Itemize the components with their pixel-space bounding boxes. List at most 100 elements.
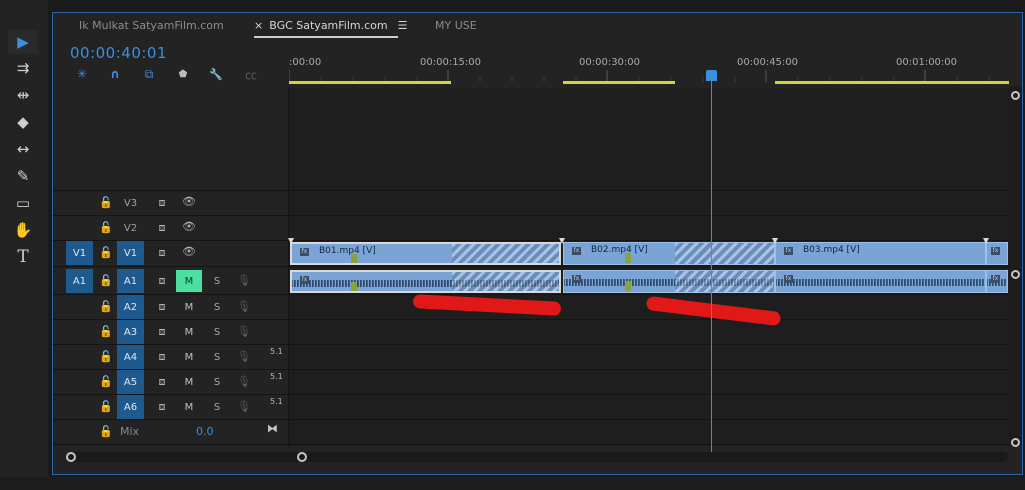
eye-icon[interactable]: 👁 [181, 220, 197, 233]
mute-button-a4[interactable]: M [176, 346, 202, 368]
tab-ik-mulkat[interactable]: Ik Mulkat SatyamFilm.com [79, 19, 224, 32]
slip-tool[interactable]: ↔ [8, 137, 38, 161]
sync-lock-icon[interactable]: ⧈ [154, 350, 170, 364]
ripple-edit-tool[interactable]: ⇹ [8, 83, 38, 107]
solo-button-a5[interactable]: S [209, 371, 225, 393]
sync-lock-icon[interactable]: ⧈ [154, 325, 170, 339]
fx-badge-icon: fx [991, 247, 1000, 255]
tab-my-use[interactable]: MY USE [435, 19, 477, 32]
eye-icon[interactable]: 👁 [181, 245, 197, 258]
lock-icon[interactable]: 🔓 [98, 196, 114, 209]
microphone-icon[interactable]: 🎙 [237, 400, 251, 413]
mute-button-a5[interactable]: M [176, 371, 202, 393]
microphone-icon[interactable]: 🎙 [237, 350, 251, 363]
hand-icon: ✋ [13, 221, 33, 239]
source-patch-a1[interactable]: A1 [66, 269, 93, 293]
vertical-scroll-handle[interactable] [1011, 438, 1020, 447]
microphone-icon[interactable]: 🎙 [237, 274, 251, 287]
solo-button-a2[interactable]: S [209, 296, 225, 318]
razor-tool[interactable]: ◆ [8, 110, 38, 134]
horizontal-scroll-handle-right[interactable] [297, 452, 307, 462]
mix-volume-value[interactable]: 0.0 [196, 425, 214, 438]
horizontal-scrollbar-track[interactable] [68, 452, 1008, 462]
track-label-v1[interactable]: V1 [117, 241, 144, 265]
lock-icon[interactable]: 🔓 [98, 400, 114, 413]
vertical-scroll-handle[interactable] [1011, 91, 1020, 100]
rectangle-tool[interactable]: ▭ [8, 191, 38, 215]
sync-lock-icon[interactable]: ⧈ [154, 246, 170, 260]
active-tab-underline [254, 36, 398, 38]
sync-lock-icon[interactable]: ⧈ [154, 375, 170, 389]
mute-button-a1[interactable]: M [176, 270, 202, 292]
type-tool[interactable]: T [8, 245, 38, 269]
track-header-a3: 🔓 A3 ⧈ M S 🎙 [53, 320, 289, 344]
panel-menu-icon[interactable]: ☰ [398, 19, 408, 32]
vertical-scroll-handle[interactable] [1011, 270, 1020, 279]
captions-toggle[interactable]: ㏄ [241, 65, 261, 83]
track-label-a4[interactable]: A4 [117, 345, 144, 369]
linked-selection-toggle[interactable]: ⧉ [139, 65, 159, 83]
timeline-settings-button[interactable]: 🔧 [206, 65, 226, 83]
work-area-bar [563, 81, 675, 84]
playhead-timecode[interactable]: 00:00:40:01 [70, 44, 167, 62]
lock-icon[interactable]: 🔓 [98, 300, 114, 313]
track-label-v2[interactable]: V2 [117, 216, 144, 240]
microphone-icon[interactable]: 🎙 [237, 300, 251, 313]
microphone-icon[interactable]: 🎙 [237, 375, 251, 388]
eye-icon[interactable]: 👁 [181, 195, 197, 208]
track-label-a6[interactable]: A6 [117, 395, 144, 419]
tab-label: MY USE [435, 19, 477, 32]
ruler-tick-label: 00:00:45:00 [737, 57, 799, 68]
sync-lock-icon[interactable]: ⧈ [154, 274, 170, 288]
lock-icon[interactable]: 🔓 [98, 246, 114, 259]
clip-name: B02.mp4 [V] [591, 245, 648, 255]
microphone-icon[interactable]: 🎙 [237, 325, 251, 338]
speed-hatch [452, 272, 559, 291]
track-label-a3[interactable]: A3 [117, 320, 144, 344]
vertical-scrollbar-track[interactable] [1009, 86, 1022, 446]
fx-badge-icon: fx [784, 275, 793, 283]
solo-button-a1[interactable]: S [209, 270, 225, 292]
track-label-a1[interactable]: A1 [117, 269, 144, 293]
solo-button-a6[interactable]: S [209, 396, 225, 418]
hand-tool[interactable]: ✋ [8, 218, 38, 242]
mix-expand-icon[interactable]: ⧓ [267, 422, 278, 435]
lock-icon[interactable]: 🔓 [98, 425, 114, 438]
mute-button-a6[interactable]: M [176, 396, 202, 418]
lock-icon[interactable]: 🔓 [98, 350, 114, 363]
nest-sequence-toggle[interactable]: ✳ [72, 65, 92, 83]
lock-icon[interactable]: 🔓 [98, 325, 114, 338]
audio-clip-b01[interactable]: fx [290, 270, 561, 293]
mute-button-a3[interactable]: M [176, 321, 202, 343]
track-label-a5[interactable]: A5 [117, 370, 144, 394]
track-label-a2[interactable]: A2 [117, 295, 144, 319]
sync-lock-icon[interactable]: ⧈ [154, 196, 170, 210]
pen-tool[interactable]: ✎ [8, 164, 38, 188]
sync-lock-icon[interactable]: ⧈ [154, 400, 170, 414]
audio-clip-next[interactable]: fx [986, 270, 1008, 293]
solo-button-a3[interactable]: S [209, 321, 225, 343]
clip-name: B03.mp4 [V] [803, 245, 860, 255]
captions-icon: ㏄ [244, 67, 257, 82]
tab-bgc[interactable]: × BGC SatyamFilm.com ☰ [254, 19, 408, 32]
track-label-v3[interactable]: V3 [117, 191, 144, 215]
add-marker-button[interactable]: ⬟ [173, 65, 193, 83]
snap-toggle[interactable]: ∩ [105, 65, 125, 83]
magnet-icon: ∩ [110, 67, 120, 81]
tracks-area[interactable] [289, 88, 1009, 446]
close-icon[interactable]: × [254, 19, 263, 32]
mute-button-a2[interactable]: M [176, 296, 202, 318]
audio-clip-b02[interactable]: fx [563, 270, 775, 293]
track-header-v2: 🔓 V2 ⧈ 👁 [53, 216, 289, 240]
source-patch-v1[interactable]: V1 [66, 241, 93, 265]
audio-clip-b03[interactable]: fx [775, 270, 986, 293]
solo-button-a4[interactable]: S [209, 346, 225, 368]
horizontal-scroll-handle-left[interactable] [66, 452, 76, 462]
sync-lock-icon[interactable]: ⧈ [154, 221, 170, 235]
lock-icon[interactable]: 🔓 [98, 274, 114, 287]
selection-tool[interactable]: ▶ [8, 30, 38, 54]
lock-icon[interactable]: 🔓 [98, 221, 114, 234]
track-select-tool[interactable]: ⇉ [8, 56, 38, 80]
lock-icon[interactable]: 🔓 [98, 375, 114, 388]
sync-lock-icon[interactable]: ⧈ [154, 300, 170, 314]
